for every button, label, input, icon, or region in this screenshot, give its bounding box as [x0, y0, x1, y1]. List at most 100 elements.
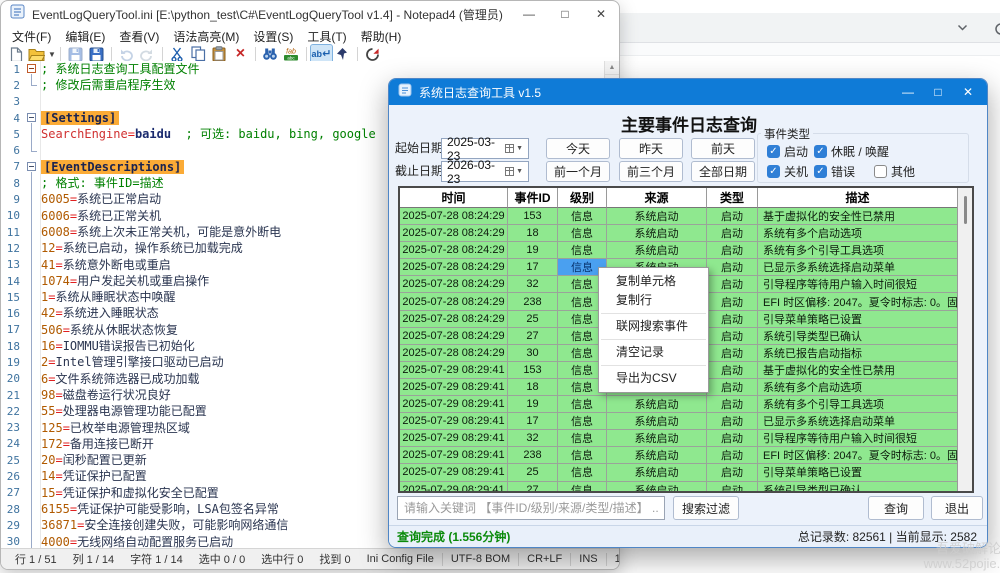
code-text[interactable]: 55=处理器电源管理功能已配置: [41, 403, 207, 419]
line-number[interactable]: 29: [1, 519, 24, 532]
line-number[interactable]: 26: [1, 470, 24, 483]
line-number[interactable]: 11: [1, 226, 24, 239]
line-number[interactable]: 13: [1, 258, 24, 271]
line-number[interactable]: 24: [1, 437, 24, 450]
day-before-button[interactable]: 前天: [691, 138, 755, 159]
context-menu-item-3[interactable]: 清空记录: [599, 343, 708, 362]
checkbox-其他[interactable]: [874, 165, 887, 178]
table-cell[interactable]: 19: [508, 396, 558, 413]
table-cell[interactable]: 系统有多个启动选项: [758, 225, 958, 242]
menu-item-4[interactable]: 设置(S): [246, 28, 300, 45]
code-text[interactable]: 6=文件系统筛选器已成功加载: [41, 371, 199, 387]
code-text[interactable]: 36871=安全连接创建失败，可能影响网络通信: [41, 517, 288, 533]
column-header-时间[interactable]: 时间: [400, 188, 508, 208]
query-button[interactable]: 查询: [868, 496, 924, 520]
line-number[interactable]: 20: [1, 372, 24, 385]
checkbox-启动[interactable]: ✓: [767, 145, 780, 158]
table-cell[interactable]: 238: [508, 447, 558, 464]
close-button[interactable]: ✕: [583, 1, 619, 27]
table-cell[interactable]: 启动: [707, 225, 758, 242]
code-text[interactable]: 1074=用户发起关机或重启操作: [41, 273, 209, 289]
table-cell[interactable]: 引导菜单策略已设置: [758, 311, 958, 328]
table-cell[interactable]: 信息: [558, 208, 607, 225]
code-text[interactable]: 506=系统从休眠状态恢复: [41, 322, 178, 338]
code-text[interactable]: 6006=系统已正常关机: [41, 208, 161, 224]
line-number[interactable]: 4: [1, 112, 24, 125]
table-cell[interactable]: 启动: [707, 345, 758, 362]
line-number[interactable]: 18: [1, 340, 24, 353]
table-cell[interactable]: 系统启动: [607, 464, 707, 481]
table-cell[interactable]: 25: [508, 311, 558, 328]
code-text[interactable]: 6005=系统已正常启动: [41, 191, 161, 207]
table-cell[interactable]: 2025-07-29 08:29:41: [400, 464, 508, 481]
table-cell[interactable]: 启动: [707, 208, 758, 225]
line-number[interactable]: 28: [1, 503, 24, 516]
code-text[interactable]: ; 格式: 事件ID=描述: [41, 175, 164, 191]
end-date-input[interactable]: 2026-03-23 ▼: [441, 161, 529, 182]
editor-line[interactable]: 1; 系统日志查询工具配置文件: [1, 61, 620, 77]
table-cell[interactable]: 系统有多个引导工具选项: [758, 396, 958, 413]
line-number[interactable]: 17: [1, 323, 24, 336]
calendar-dropdown-icon[interactable]: ▼: [505, 167, 523, 176]
table-cell[interactable]: 2025-07-28 08:24:29: [400, 311, 508, 328]
table-cell[interactable]: 2025-07-28 08:24:29: [400, 225, 508, 242]
line-number[interactable]: 3: [1, 95, 24, 108]
dialog-maximize-button[interactable]: □: [923, 79, 953, 105]
code-text[interactable]: 172=备用连接已断开: [41, 436, 154, 452]
table-cell[interactable]: 启动: [707, 293, 758, 310]
line-number[interactable]: 8: [1, 177, 24, 190]
table-cell[interactable]: 2025-07-28 08:24:29: [400, 328, 508, 345]
today-button[interactable]: 今天: [546, 138, 610, 159]
search-input[interactable]: [397, 496, 665, 520]
table-cell[interactable]: 引导程序等待用户输入时间很短: [758, 276, 958, 293]
dialog-close-button[interactable]: ✕: [953, 79, 983, 105]
line-number[interactable]: 30: [1, 535, 24, 548]
column-header-级别[interactable]: 级别: [558, 188, 607, 208]
menu-item-5[interactable]: 工具(T): [300, 28, 353, 45]
maximize-button[interactable]: □: [547, 1, 583, 27]
table-cell[interactable]: 启动: [707, 464, 758, 481]
table-cell[interactable]: 系统引导类型已确认: [758, 328, 958, 345]
table-cell[interactable]: 2025-07-28 08:24:29: [400, 242, 508, 259]
table-cell[interactable]: 基于虚拟化的安全性已禁用: [758, 208, 958, 225]
exit-button[interactable]: 退出: [931, 496, 983, 520]
code-text[interactable]: 20=闰秒配置已更新: [41, 452, 147, 468]
table-cell[interactable]: 系统启动: [607, 413, 707, 430]
code-text[interactable]: 6155=凭证保护可能受影响，LSA包签名异常: [41, 501, 279, 517]
table-cell[interactable]: 启动: [707, 413, 758, 430]
line-number[interactable]: 15: [1, 291, 24, 304]
table-cell[interactable]: 238: [508, 293, 558, 310]
table-cell[interactable]: 启动: [707, 276, 758, 293]
table-cell[interactable]: 启动: [707, 242, 758, 259]
line-number[interactable]: 6: [1, 144, 24, 157]
checkbox-休眠 / 唤醒[interactable]: ✓: [814, 145, 827, 158]
code-text[interactable]: [EventDescriptions]: [41, 159, 184, 175]
table-cell[interactable]: 19: [508, 242, 558, 259]
table-cell[interactable]: 引导菜单策略已设置: [758, 464, 958, 481]
table-cell[interactable]: EFI 时区偏移: 2047。夏令时标志: 0。固件...: [758, 447, 958, 464]
line-number[interactable]: 1: [1, 63, 24, 76]
code-text[interactable]: 42=系统进入睡眠状态: [41, 305, 159, 321]
open-dropdown-icon[interactable]: ▼: [48, 50, 56, 59]
table-cell[interactable]: 2025-07-28 08:24:29: [400, 259, 508, 276]
context-menu-item-0[interactable]: 复制单元格: [599, 272, 708, 291]
table-cell[interactable]: 27: [508, 482, 558, 494]
code-text[interactable]: 12=系统已启动，操作系统已加载完成: [41, 240, 243, 256]
table-cell[interactable]: 已显示多系统选择启动菜单: [758, 259, 958, 276]
table-cell[interactable]: 信息: [558, 225, 607, 242]
table-cell[interactable]: 启动: [707, 379, 758, 396]
dialog-minimize-button[interactable]: —: [893, 79, 923, 105]
table-cell[interactable]: 系统启动: [607, 242, 707, 259]
table-cell[interactable]: 18: [508, 225, 558, 242]
chevron-down-icon[interactable]: [956, 21, 972, 37]
table-cell[interactable]: 启动: [707, 482, 758, 494]
table-cell[interactable]: 153: [508, 362, 558, 379]
table-cell[interactable]: 17: [508, 413, 558, 430]
code-text[interactable]: 125=已枚举电源管理热区域: [41, 420, 190, 436]
fold-collapse-icon[interactable]: [24, 61, 41, 77]
table-cell[interactable]: 系统启动: [607, 482, 707, 494]
context-menu-item-1[interactable]: 复制行: [599, 291, 708, 310]
table-cell[interactable]: 启动: [707, 259, 758, 276]
line-number[interactable]: 22: [1, 405, 24, 418]
table-cell[interactable]: 基于虚拟化的安全性已禁用: [758, 362, 958, 379]
